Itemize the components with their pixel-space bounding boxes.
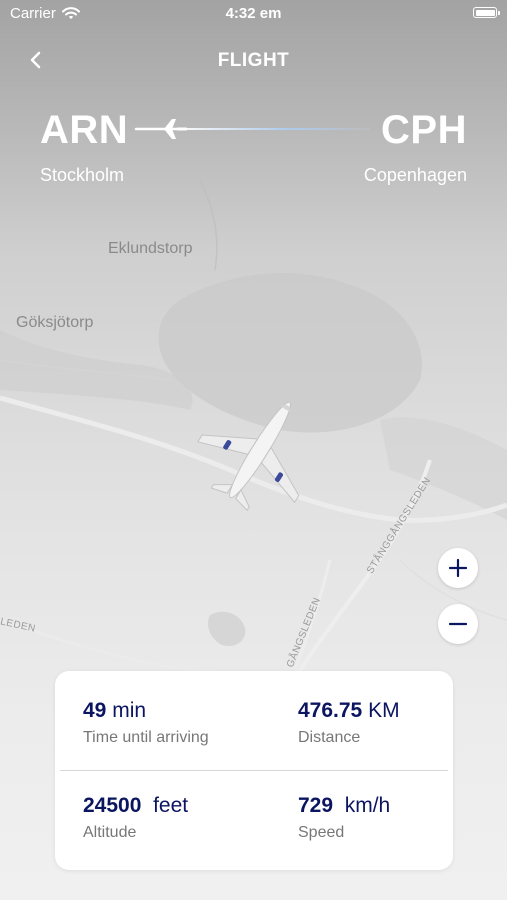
zoom-out-button[interactable] [438, 604, 478, 644]
stat-speed: 729 km/h Speed [298, 794, 390, 842]
card-divider [60, 770, 448, 771]
page-title: FLIGHT [217, 50, 290, 71]
stat-label: Distance [298, 729, 361, 746]
zoom-in-button[interactable] [438, 548, 478, 588]
destination-code: CPH [381, 108, 467, 152]
stat-label: Altitude [83, 824, 137, 841]
plus-icon [448, 558, 468, 578]
map-label: Göksjötorp [16, 314, 94, 331]
airplane-icon [134, 119, 188, 139]
stat-altitude: 24500 feet Altitude [83, 794, 188, 842]
stat-value: 729 km/h [298, 794, 391, 817]
destination-city: Copenhagen [363, 165, 467, 185]
battery-icon [473, 7, 500, 18]
stat-value: 49 min [83, 699, 147, 722]
stat-time: 49 min Time until arriving [83, 699, 209, 747]
status-time: 4:32 em [225, 5, 282, 22]
stat-label: Time until arriving [83, 729, 209, 746]
flight-stats-card: 49 min Time until arriving 476.75 KM Dis… [55, 671, 453, 870]
airplane-marker-icon[interactable] [195, 380, 325, 520]
stat-value: 24500 feet [83, 794, 189, 817]
stat-value: 476.75 KM [298, 699, 400, 722]
origin-code: ARN [40, 108, 129, 152]
map-label: Eklundstorp [108, 240, 193, 257]
stat-distance: 476.75 KM Distance [298, 699, 400, 747]
route-line [186, 128, 370, 130]
status-bar: Carrier 4:32 em [0, 0, 507, 28]
origin-city: Stockholm [40, 165, 125, 185]
minus-icon [448, 622, 468, 626]
stat-label: Speed [298, 824, 345, 841]
